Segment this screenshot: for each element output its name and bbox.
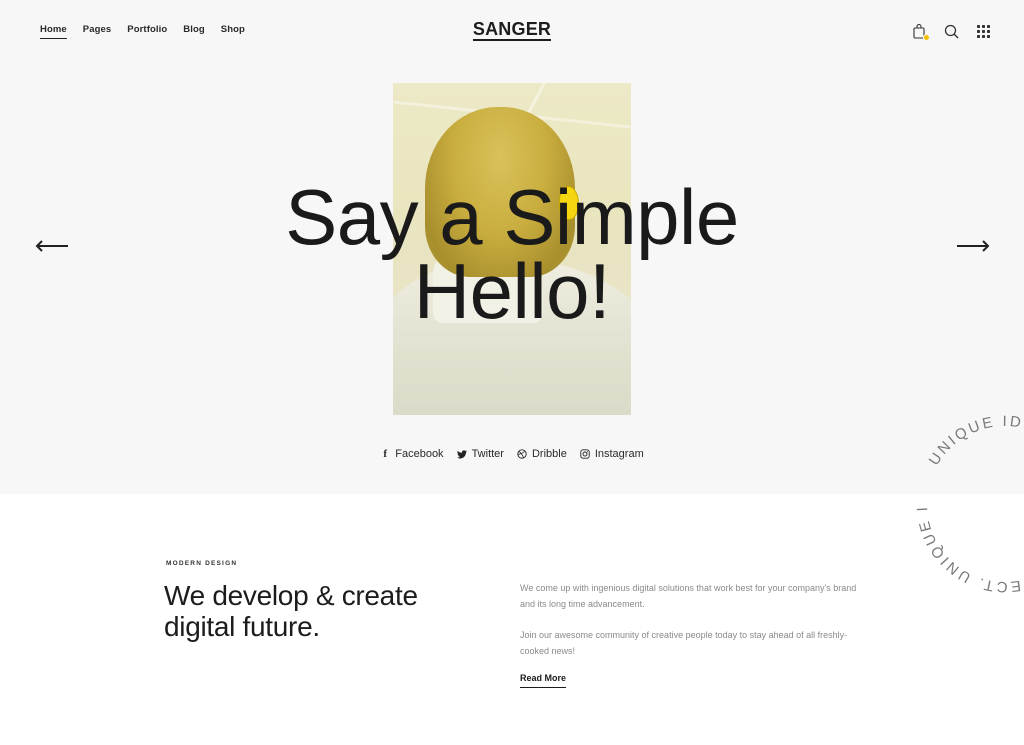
social-twitter[interactable]: Twitter	[456, 448, 504, 460]
social-facebook[interactable]: f Facebook	[380, 448, 443, 460]
cart-button[interactable]	[911, 22, 930, 41]
headline-line-2: digital future.	[164, 611, 320, 642]
read-more-link[interactable]: Read More	[520, 673, 567, 688]
instagram-icon	[580, 449, 590, 459]
circle-text: UNIQUE IDEAS FOR EVERY PROJECT. UNIQUE I…	[905, 404, 1024, 595]
social-instagram[interactable]: Instagram	[580, 448, 644, 460]
facebook-icon: f	[383, 448, 388, 460]
arrow-right-icon	[957, 240, 990, 252]
about-paragraph-2: Join our awesome community of creative p…	[520, 630, 848, 656]
social-instagram-label: Instagram	[594, 448, 644, 460]
social-dribbble[interactable]: Dribble	[517, 448, 567, 460]
dribbble-icon	[517, 449, 527, 459]
hero-title-line-2: Hello!	[413, 247, 611, 335]
social-links: f Facebook Twitter Dribble Instagram	[0, 448, 1024, 460]
headline-line-1: We develop & create	[164, 580, 418, 611]
social-facebook-label: Facebook	[395, 448, 444, 460]
section-headline: We develop & create digital future.	[164, 580, 418, 642]
search-button[interactable]	[943, 22, 959, 40]
about-paragraph-1: We come up with ingenious digital soluti…	[520, 583, 857, 609]
social-dribbble-label: Dribble	[531, 448, 567, 460]
hero-title: Say a Simple Hello!	[0, 173, 1024, 335]
header-icons	[911, 22, 991, 41]
section-eyebrow: MODERN DESIGN	[166, 560, 238, 567]
cart-badge	[923, 34, 930, 41]
arrow-left-icon	[35, 240, 68, 252]
menu-button[interactable]	[975, 22, 991, 40]
social-twitter-label: Twitter	[471, 448, 504, 460]
grid-menu-icon	[976, 24, 990, 38]
twitter-icon	[456, 449, 467, 459]
circular-badge-text: UNIQUE IDEAS FOR EVERY PROJECT. UNIQUE I…	[905, 404, 1024, 595]
search-icon	[944, 24, 958, 38]
logo-text[interactable]: SANGER	[472, 19, 552, 41]
logo: SANGER	[0, 19, 1024, 41]
hero-title-line-1: Say a Simple	[285, 173, 739, 261]
prev-slide-button[interactable]	[35, 239, 69, 253]
next-slide-button[interactable]	[956, 239, 990, 253]
